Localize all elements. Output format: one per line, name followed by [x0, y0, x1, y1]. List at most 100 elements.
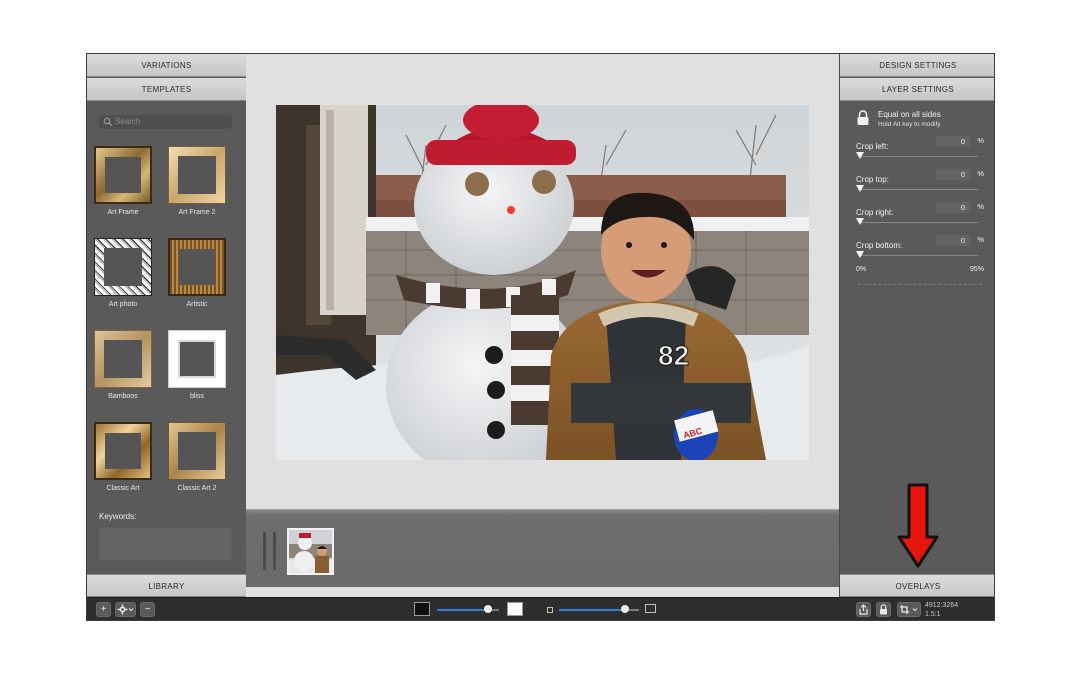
template-bliss[interactable]: bliss [164, 330, 230, 400]
right-panel: DESIGN SETTINGS LAYER SETTINGS Equal on … [839, 54, 994, 597]
template-art-frame-2[interactable]: Art Frame 2 [164, 146, 230, 216]
template-label: Art Frame 2 [178, 209, 216, 216]
crop-left-unit: % [977, 136, 984, 145]
template-label: bliss [189, 393, 204, 400]
padlock-icon [880, 604, 887, 615]
background-slider-fill [437, 609, 488, 611]
bliss-thumbnail [168, 330, 226, 388]
crop-range-min: 0% [856, 266, 867, 273]
crop-top-control: Crop top: 0 % [856, 169, 984, 192]
crop-right-track[interactable] [858, 222, 978, 223]
left-panel: VARIATIONS TEMPLATES Search Art Frame Ar… [87, 54, 246, 597]
template-art-photo[interactable]: Art photo [90, 238, 156, 308]
template-label: Classic Art 2 [177, 485, 217, 492]
settings-menu-button[interactable] [115, 602, 136, 617]
lock-subtitle: Hold Alt key to modify [878, 121, 941, 128]
zoom-slider-knob[interactable] [621, 605, 629, 613]
black-background-icon[interactable] [414, 602, 430, 616]
crop-right-input[interactable]: 0 [936, 202, 970, 213]
overlays-header[interactable]: OVERLAYS [840, 574, 994, 597]
template-label: Bamboos [108, 393, 138, 400]
crop-tool-menu-button[interactable] [897, 602, 921, 617]
crop-top-slider-knob[interactable] [856, 185, 864, 192]
art-photo-thumbnail [94, 238, 152, 296]
crop-bottom-unit: % [977, 235, 984, 244]
crop-left-track[interactable] [858, 156, 978, 157]
crop-left-slider-knob[interactable] [856, 152, 864, 159]
crop-left-control: Crop left: 0 % [856, 136, 984, 159]
photo-thumbnail[interactable] [287, 528, 334, 575]
layer-settings-header[interactable]: LAYER SETTINGS [840, 78, 994, 101]
red-arrow-icon [897, 483, 939, 568]
search-icon [103, 117, 113, 126]
lock-button[interactable] [876, 602, 891, 617]
main-photo[interactable]: 82 ABC [276, 105, 809, 460]
svg-text:82: 82 [658, 340, 689, 371]
library-header[interactable]: LIBRARY [87, 574, 246, 597]
divider [858, 284, 982, 285]
template-label: Artistic [186, 301, 208, 308]
crop-range-max: 95% [970, 266, 985, 273]
zoom-in-icon[interactable] [645, 604, 656, 613]
gear-icon [117, 604, 134, 615]
canvas: 82 ABC [246, 54, 839, 509]
bamboos-thumbnail [94, 330, 152, 388]
crop-bottom-track[interactable] [858, 255, 978, 256]
design-settings-header[interactable]: DESIGN SETTINGS [840, 54, 994, 77]
crop-bottom-control: Crop bottom: 0 % [856, 235, 984, 258]
search-placeholder: Search [115, 117, 141, 126]
filmstrip [246, 509, 839, 587]
template-artistic[interactable]: Artistic [164, 238, 230, 308]
share-button[interactable] [856, 602, 871, 617]
templates-header[interactable]: TEMPLATES [87, 78, 246, 101]
crop-right-unit: % [977, 202, 984, 211]
template-label: Classic Art [106, 485, 140, 492]
crop-bottom-label: Crop bottom: [856, 241, 903, 250]
search-input[interactable]: Search [99, 115, 232, 129]
classic-art-thumbnail [94, 422, 152, 480]
center-area: 82 ABC [246, 54, 839, 597]
snowman-photo: 82 ABC [276, 105, 809, 460]
zoom-out-icon[interactable] [547, 607, 553, 613]
zoom-slider-fill [559, 609, 625, 611]
background-slider-knob[interactable] [484, 605, 492, 613]
crop-top-track[interactable] [858, 189, 978, 190]
crop-top-unit: % [977, 169, 984, 178]
crop-icon [900, 605, 918, 614]
keywords-field[interactable] [99, 527, 232, 561]
snowman-thumbnail [289, 530, 332, 573]
image-dimensions: 4912:3264 [925, 602, 959, 609]
add-button[interactable]: + [96, 602, 111, 617]
variations-header[interactable]: VARIATIONS [87, 54, 246, 77]
filmstrip-grip[interactable] [273, 532, 276, 570]
remove-button[interactable]: − [140, 602, 155, 617]
image-info: 4912:3264 1.5:1 [925, 601, 958, 619]
crop-left-label: Crop left: [856, 142, 889, 151]
crop-bottom-input[interactable]: 0 [936, 235, 970, 246]
classic-art-2-thumbnail [168, 422, 226, 480]
crop-right-slider-knob[interactable] [856, 218, 864, 225]
template-label: Art photo [108, 301, 138, 308]
crop-top-label: Crop top: [856, 175, 889, 184]
template-classic-art-2[interactable]: Classic Art 2 [164, 422, 230, 492]
crop-bottom-slider-knob[interactable] [856, 251, 864, 258]
crop-left-input[interactable]: 0 [936, 136, 970, 147]
art-frame-thumbnail [94, 146, 152, 204]
crop-right-control: Crop right: 0 % [856, 202, 984, 225]
filmstrip-grip[interactable] [263, 532, 266, 570]
template-bamboos[interactable]: Bamboos [90, 330, 156, 400]
share-icon [859, 604, 868, 615]
keywords-label: Keywords: [99, 512, 137, 521]
template-label: Art Frame [107, 209, 139, 216]
bottom-toolbar: + − 4912:3264 1.5:1 [87, 597, 994, 620]
canvas-bottom-margin [246, 587, 839, 597]
white-background-icon[interactable] [507, 602, 523, 616]
image-scale: 1.5:1 [925, 611, 941, 618]
artistic-thumbnail [168, 238, 226, 296]
template-art-frame[interactable]: Art Frame [90, 146, 156, 216]
template-classic-art[interactable]: Classic Art [90, 422, 156, 492]
app-window: VARIATIONS TEMPLATES Search Art Frame Ar… [86, 53, 995, 621]
crop-right-label: Crop right: [856, 208, 894, 217]
lock-icon[interactable] [856, 110, 870, 131]
crop-top-input[interactable]: 0 [936, 169, 970, 180]
